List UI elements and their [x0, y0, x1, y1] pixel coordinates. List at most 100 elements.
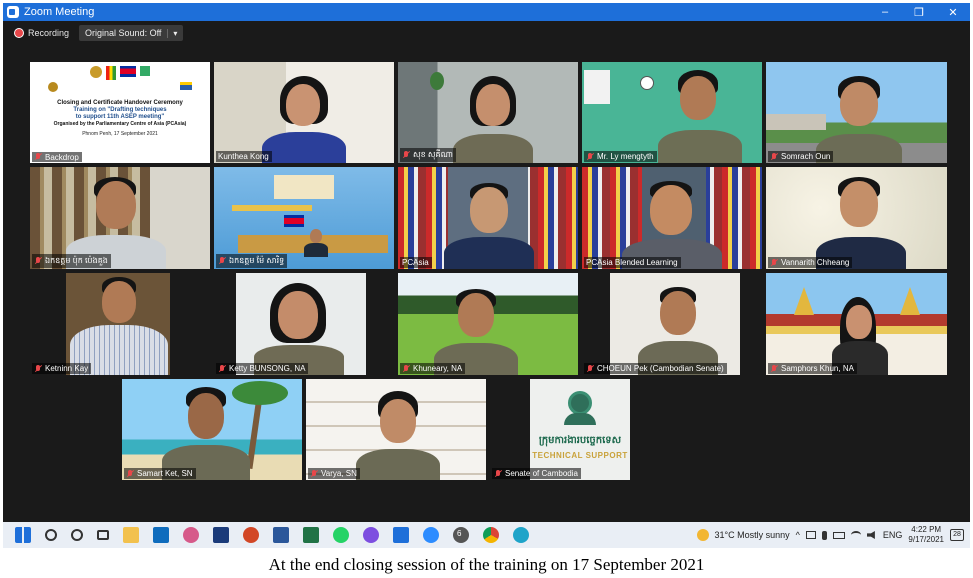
mic-muted-icon [126, 469, 134, 478]
video-tile-participant[interactable]: Samphors Khun, NA [766, 273, 947, 375]
video-tile-participant[interactable]: Samart Ket, SN [122, 379, 302, 480]
video-tile-participant[interactable]: CHOEUN Pek (Cambodian Senate) [582, 273, 762, 375]
meeting-toolbar: Recording Original Sound: Off ▾ [3, 21, 970, 45]
face [96, 181, 136, 229]
mic-muted-icon [494, 469, 502, 478]
edge-icon[interactable] [513, 527, 529, 543]
face [278, 291, 318, 339]
network-icon[interactable] [805, 531, 816, 539]
mic-muted-icon [310, 469, 318, 478]
video-tile-participant[interactable]: Somrach Oun [766, 62, 947, 163]
participant-name: Ketninn Kay [32, 363, 92, 374]
face [470, 187, 508, 233]
participant-name: Samphors Khun, NA [768, 363, 857, 374]
video-tile-participant[interactable]: Kunthea Kong [214, 62, 394, 163]
video-tile-active-speaker[interactable]: PCAsia Blended Learning [582, 167, 762, 269]
minimize-button[interactable]: – [868, 6, 902, 18]
video-tile-participant[interactable]: សុខ សុគីណា [398, 62, 578, 163]
title-bar: Zoom Meeting – ❐ ✕ [3, 3, 970, 21]
video-tile-participant[interactable]: PCAsia [398, 167, 578, 269]
emblem-icon [90, 66, 102, 78]
mic-muted-icon [218, 257, 226, 265]
notification-center-icon[interactable]: 28 [950, 529, 964, 541]
mic-icon[interactable] [821, 530, 827, 540]
participant-name: សុខ សុគីណា [400, 148, 456, 162]
video-tile-participant[interactable]: Ketninn Kay [30, 273, 210, 375]
chrome-icon[interactable] [483, 527, 499, 543]
video-tile-participant[interactable]: ក្រុមការងារបច្ចេកទេស TECHNICAL SUPPORT S… [490, 379, 670, 480]
restore-button[interactable]: ❐ [902, 6, 936, 19]
photo-caption: At the end closing session of the traini… [268, 555, 705, 574]
word-icon[interactable] [273, 527, 289, 543]
video-tile-participant[interactable]: Varya, SN [306, 379, 486, 480]
emblem-icon [48, 82, 58, 92]
task-view-icon[interactable] [97, 530, 109, 540]
zoom-app-icon[interactable] [393, 527, 409, 543]
language-indicator[interactable]: ENG [883, 530, 903, 540]
participant-name: Somrach Oun [768, 151, 834, 162]
participant-name: CHOEUN Pek (Cambodian Senate) [584, 363, 727, 374]
flag-icon [120, 66, 136, 77]
file-explorer-icon[interactable] [123, 527, 139, 543]
search-icon[interactable] [45, 529, 57, 541]
powerpoint-icon[interactable] [243, 527, 259, 543]
flag-icon [180, 82, 192, 90]
excel-icon[interactable] [303, 527, 319, 543]
slide-line-4: Organised by the Parliamentary Centre of… [53, 121, 187, 127]
snipping-tool-icon[interactable] [183, 527, 199, 543]
mic-muted-icon [218, 364, 226, 373]
chevron-up-icon[interactable]: ^ [796, 530, 800, 540]
face [680, 76, 716, 120]
window-title: Zoom Meeting [24, 6, 95, 18]
recording-label: Recording [28, 28, 70, 38]
notification-app-icon[interactable]: 6 [453, 527, 469, 543]
video-tile-participant[interactable]: Vannarith Chheang [766, 167, 947, 269]
chevron-down-icon[interactable]: ▾ [167, 28, 177, 38]
original-sound-button[interactable]: Original Sound: Off ▾ [79, 25, 184, 41]
video-tile-participant[interactable]: ឯកឧត្តម ម៉ែ សារិទ្ធ [214, 167, 394, 269]
participant-name: Khuneary, NA [400, 363, 466, 374]
slide-line-1: Closing and Certificate Handover Ceremon… [57, 100, 183, 106]
whatsapp-icon[interactable] [333, 527, 349, 543]
zoom-meeting-icon[interactable] [423, 527, 439, 543]
weather-text[interactable]: 31°C Mostly sunny [715, 530, 790, 540]
outlook-icon[interactable] [153, 527, 169, 543]
battery-icon[interactable] [832, 531, 845, 539]
face [476, 84, 510, 126]
logo-row [30, 66, 210, 80]
participant-name: ឯកឧត្តម ប៉ុក ប៉េងគួង [32, 254, 111, 268]
flag-icon [106, 66, 116, 80]
face [286, 84, 320, 126]
flag-icon [284, 215, 304, 227]
photoshop-icon[interactable] [213, 527, 229, 543]
video-tile-participant[interactable]: Mr. Ly mengtyth [582, 62, 762, 163]
wifi-icon[interactable] [850, 531, 861, 539]
face [310, 229, 322, 243]
windows-start-icon[interactable] [15, 527, 31, 543]
tech-support-english: TECHNICAL SUPPORT [532, 451, 628, 460]
video-tile-participant[interactable]: Ketty BUNSONG, NA [214, 273, 394, 375]
participant-name: Varya, SN [308, 468, 360, 479]
participant-name: Samart Ket, SN [124, 468, 196, 479]
clock[interactable]: 4:22 PM 9/17/2021 [908, 525, 944, 545]
mic-muted-icon [34, 153, 42, 161]
slide-line-3: to support 11th ASEP meeting" [75, 114, 165, 120]
support-agent-icon [568, 391, 592, 415]
cortana-icon[interactable] [71, 529, 83, 541]
video-tile-participant[interactable]: Khuneary, NA [398, 273, 578, 375]
mic-muted-icon [34, 364, 42, 373]
logo-icon [140, 66, 150, 76]
participant-name: PCAsia [400, 257, 432, 268]
video-tile-participant[interactable]: ឯកឧត្តម ប៉ុក ប៉េងគួង [30, 167, 210, 269]
mic-muted-icon [586, 152, 594, 161]
close-button[interactable]: ✕ [936, 6, 970, 19]
participant-name: Backdrop [32, 152, 82, 162]
clock-time: 4:22 PM [911, 525, 942, 534]
video-tile-backdrop[interactable]: Closing and Certificate Handover Ceremon… [30, 62, 210, 163]
face [846, 305, 872, 339]
slide-line-5: Phnom Penh, 17 September 2021 [82, 131, 158, 137]
viber-icon[interactable] [363, 527, 379, 543]
volume-icon[interactable] [866, 531, 875, 539]
weather-icon[interactable] [696, 529, 709, 541]
face [102, 281, 136, 323]
